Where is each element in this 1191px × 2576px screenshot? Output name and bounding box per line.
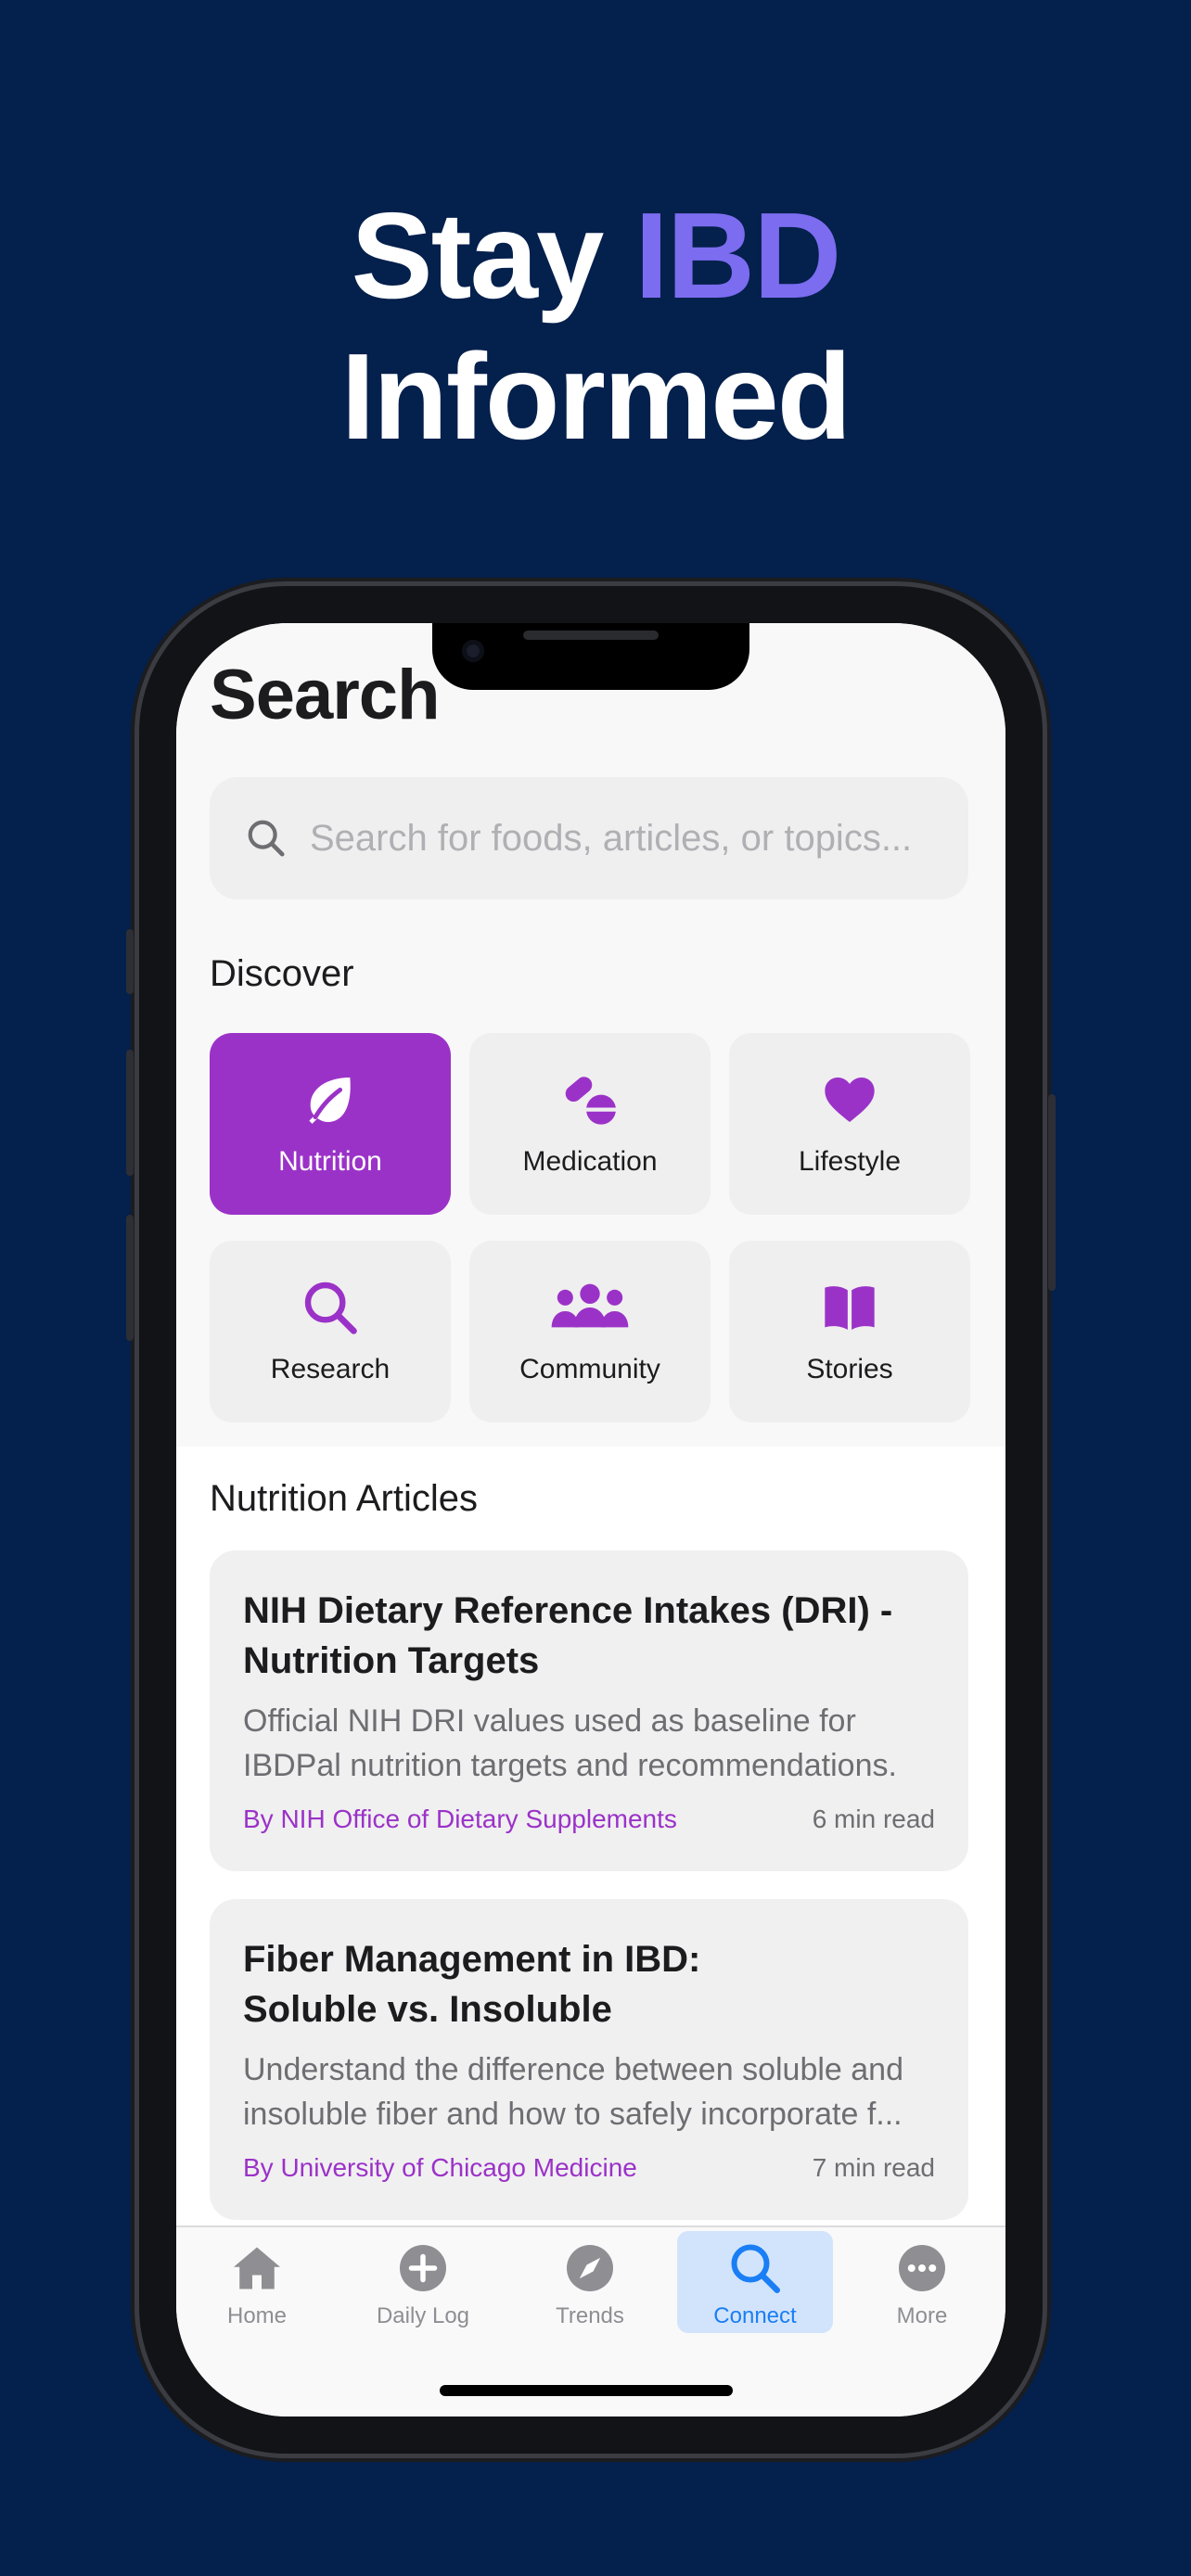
earpiece-speaker	[523, 631, 659, 640]
headline-line-1: Stay IBD	[0, 185, 1191, 326]
headline-accent-ibd: IBD	[634, 187, 841, 324]
pills-icon	[565, 1077, 616, 1125]
mute-switch	[126, 929, 134, 994]
headline-word-stay: Stay	[351, 187, 635, 324]
nutrition-articles-title: Nutrition Articles	[210, 1478, 478, 1519]
tab-label: More	[896, 2303, 948, 2328]
search-icon	[731, 2244, 780, 2293]
plus-circle-icon	[400, 2245, 446, 2291]
tile-medication[interactable]: Medication	[469, 1033, 711, 1215]
tile-label: Research	[270, 1354, 391, 1384]
tab-daily-log[interactable]: Daily Log	[345, 2231, 501, 2333]
volume-up-button	[126, 1050, 134, 1176]
headline-line-2: Informed	[340, 328, 852, 465]
marketing-headline: Stay IBD Informed	[0, 185, 1191, 467]
tab-label: Home	[226, 2303, 288, 2328]
page-title: Search	[210, 656, 440, 734]
tile-research[interactable]: Research	[210, 1241, 451, 1422]
tile-label: Medication	[522, 1146, 658, 1177]
article-author[interactable]: By NIH Office of Dietary Supplements	[243, 1804, 677, 1834]
search-icon	[248, 820, 285, 857]
article-card[interactable]: Fiber Management in IBD: Soluble vs. Ins…	[210, 1899, 968, 2220]
article-card[interactable]: NIH Dietary Reference Intakes (DRI) - Nu…	[210, 1550, 968, 1871]
article-read-time: 6 min read	[812, 1804, 935, 1833]
leaf-icon	[309, 1078, 351, 1124]
tile-label: Stories	[806, 1354, 893, 1384]
tile-lifestyle[interactable]: Lifestyle	[729, 1033, 970, 1215]
house-icon	[234, 2247, 280, 2289]
tab-connect[interactable]: Connect	[677, 2231, 833, 2333]
tab-trends[interactable]: Trends	[512, 2231, 668, 2333]
article-author[interactable]: By University of Chicago Medicine	[243, 2153, 637, 2183]
tab-more[interactable]: More	[844, 2231, 1000, 2333]
volume-down-button	[126, 1215, 134, 1341]
article-title: NIH Dietary Reference Intakes (DRI) - Nu…	[243, 1590, 893, 1681]
front-camera	[462, 640, 484, 662]
tile-label: Community	[519, 1354, 660, 1384]
tile-nutrition[interactable]: Nutrition	[210, 1033, 451, 1215]
app-screen: Search Search for foods, articles, or to…	[176, 623, 1005, 2417]
tab-label: Connect	[713, 2303, 797, 2328]
search-icon	[304, 1282, 357, 1334]
tile-stories[interactable]: Stories	[729, 1241, 970, 1422]
search-input[interactable]: Search for foods, articles, or topics...	[210, 777, 968, 899]
tab-label: Daily Log	[376, 2303, 470, 2328]
ellipsis-circle-icon	[899, 2245, 945, 2291]
discover-title: Discover	[210, 953, 354, 994]
search-header-area: Search Search for foods, articles, or to…	[176, 623, 1005, 1447]
tab-home[interactable]: Home	[179, 2231, 335, 2333]
article-description: Official NIH DRI values used as baseline…	[243, 1703, 897, 1783]
phone-frame: Search Search for foods, articles, or to…	[126, 586, 1056, 2454]
search-placeholder: Search for foods, articles, or topics...	[310, 817, 913, 859]
power-button	[1048, 1094, 1056, 1291]
article-read-time: 7 min read	[812, 2153, 935, 2182]
article-description: Understand the difference between solubl…	[243, 2052, 903, 2132]
tile-community[interactable]: Community	[469, 1241, 711, 1422]
tile-label: Lifestyle	[798, 1146, 902, 1177]
people-icon	[551, 1283, 629, 1328]
article-title: Fiber Management in IBD: Soluble vs. Ins…	[243, 1939, 701, 2030]
tile-label: Nutrition	[278, 1146, 382, 1177]
tab-label: Trends	[556, 2303, 624, 2328]
book-icon	[825, 1286, 875, 1330]
heart-icon	[825, 1078, 875, 1122]
home-indicator[interactable]	[440, 2385, 733, 2396]
compass-icon	[567, 2245, 613, 2291]
